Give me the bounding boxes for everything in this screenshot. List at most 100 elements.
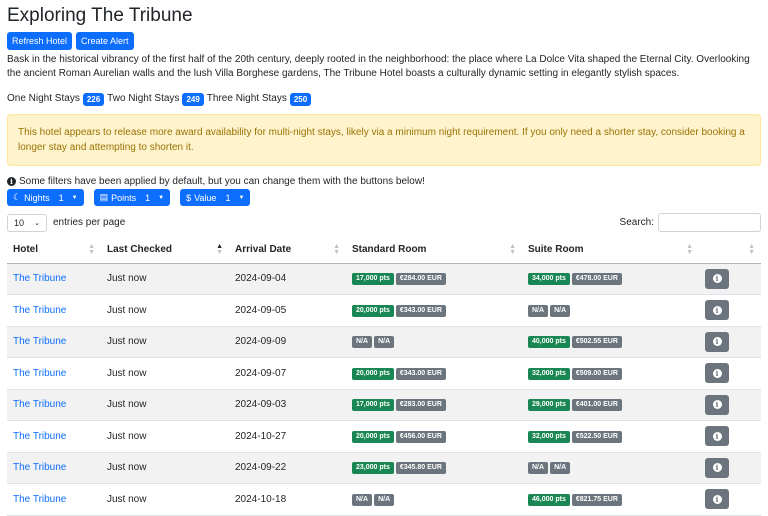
coins-icon: ▤ [99, 192, 109, 202]
table-row: The Tribune Just now 2024-09-07 20,000 pts €… [7, 357, 761, 390]
points-badge: 29,000 pts [528, 399, 570, 412]
search-input[interactable] [658, 213, 761, 232]
hotel-link[interactable]: The Tribune [13, 462, 66, 473]
points-badge: 17,000 pts [352, 399, 394, 412]
hotel-link[interactable]: The Tribune [13, 399, 66, 410]
points-badge: 34,000 pts [528, 273, 570, 286]
na-badge: N/A [550, 304, 571, 317]
last-checked-cell: Just now [101, 326, 229, 358]
table-header-row: Hotel ▲ ▼ Last Checked ▲ ▼ Arrival Date ▲ ▼ St… [7, 237, 761, 264]
sort-icon: ▲ ▼ [509, 243, 516, 256]
details-button[interactable]: i [705, 300, 729, 321]
details-button[interactable]: i [705, 363, 729, 384]
last-checked-cell: Just now [101, 452, 229, 484]
points-badge: 20,000 pts [352, 430, 394, 443]
column-header-standard-room[interactable]: Standard Room ▲ ▼ [346, 237, 522, 264]
actions-cell: i [699, 326, 761, 358]
points-badge: 32,000 pts [528, 367, 570, 380]
details-button[interactable]: i [705, 489, 729, 510]
moon-icon: ☾ [13, 192, 22, 202]
details-button[interactable]: i [705, 426, 729, 447]
hotel-link[interactable]: The Tribune [13, 431, 66, 442]
stay-counts: One Night Stays 226 Two Night Stays 249 … [7, 92, 761, 106]
filter-label: Value [194, 192, 217, 203]
actions-cell: i [699, 483, 761, 516]
value-filter-button[interactable]: $ Value 1 ▼ [180, 189, 251, 206]
info-icon: i [712, 400, 722, 410]
table-controls: 10 ⌄ entries per page Search: [7, 213, 761, 232]
suite-room-cell: 29,000 pts €401.00 EUR [522, 389, 699, 421]
actions-cell: i [699, 357, 761, 390]
details-button[interactable]: i [705, 457, 729, 478]
last-checked-cell: Just now [101, 357, 229, 390]
standard-room-cell: 20,000 pts €456.00 EUR [346, 420, 522, 453]
points-filter-button[interactable]: ▤ Points 1 ▼ [93, 189, 171, 206]
hotel-cell: The Tribune [7, 389, 101, 421]
column-header-hotel[interactable]: Hotel ▲ ▼ [7, 237, 101, 264]
column-header-arrival-date[interactable]: Arrival Date ▲ ▼ [229, 237, 346, 264]
column-header-suite-room[interactable]: Suite Room ▲ ▼ [522, 237, 699, 264]
column-header-actions[interactable]: ▲ ▼ [699, 237, 761, 264]
last-checked-cell: Just now [101, 263, 229, 295]
suite-room-cell: 32,000 pts €509.00 EUR [522, 357, 699, 390]
sort-icon: ▲ ▼ [686, 243, 693, 256]
hotel-cell: The Tribune [7, 420, 101, 453]
table-row: The Tribune Just now 2024-09-04 17,000 pts €… [7, 263, 761, 295]
filters-note-text: Some filters have been applied by defaul… [19, 176, 425, 187]
stay-label: Two Night Stays [107, 93, 180, 104]
table-row: The Tribune Just now 2024-10-27 20,000 pts €… [7, 420, 761, 453]
hotel-link[interactable]: The Tribune [13, 305, 66, 316]
details-button[interactable]: i [705, 268, 729, 289]
suite-room-cell: 34,000 pts €478.00 EUR [522, 263, 699, 295]
hotel-cell: The Tribune [7, 452, 101, 484]
info-icon: i [712, 274, 722, 284]
standard-room-cell: 17,000 pts €283.00 EUR [346, 389, 522, 421]
info-icon: i [712, 463, 722, 473]
points-badge: 32,000 pts [528, 430, 570, 443]
hotel-cell: The Tribune [7, 357, 101, 390]
availability-alert: This hotel appears to release more award… [7, 114, 761, 166]
details-button[interactable]: i [705, 331, 729, 352]
suite-room-cell: N/A N/A [522, 452, 699, 484]
stay-label: Three Night Stays [206, 93, 287, 104]
price-badge: €401.00 EUR [571, 399, 622, 412]
search-label: Search: [619, 217, 654, 228]
table-row: The Tribune Just now 2024-09-03 17,000 pts €… [7, 389, 761, 421]
caret-down-icon: ▼ [158, 194, 165, 201]
hotel-link[interactable]: The Tribune [13, 336, 66, 347]
info-icon: i [712, 368, 722, 378]
create-alert-button[interactable]: Create Alert [76, 32, 134, 50]
price-badge: €283.00 EUR [395, 399, 446, 412]
page-length-value: 10 [14, 217, 25, 228]
stay-count-badge: 250 [289, 92, 312, 106]
na-badge: N/A [352, 493, 373, 506]
hotel-link[interactable]: The Tribune [13, 368, 66, 379]
filter-count: 1 [225, 192, 231, 203]
dollar-icon: $ [186, 192, 192, 203]
nights-filter-button[interactable]: ☾ Nights 1 ▼ [7, 189, 84, 206]
refresh-hotel-button[interactable]: Refresh Hotel [7, 32, 73, 50]
price-badge: €345.80 EUR [395, 462, 446, 475]
price-badge: €478.00 EUR [571, 273, 622, 286]
page-length: 10 ⌄ entries per page [7, 213, 125, 232]
price-badge: €343.00 EUR [395, 304, 446, 317]
action-buttons: Refresh Hotel Create Alert [7, 32, 761, 50]
actions-cell: i [699, 263, 761, 295]
points-badge: 20,000 pts [352, 304, 394, 317]
table-row: The Tribune Just now 2024-10-18 N/A N/A 46,00… [7, 483, 761, 516]
table-body: The Tribune Just now 2024-09-04 17,000 pts €… [7, 263, 761, 516]
na-badge: N/A [528, 462, 549, 475]
column-header-last-checked[interactable]: Last Checked ▲ ▼ [101, 237, 229, 264]
na-badge: N/A [352, 336, 373, 349]
page: Exploring The Tribune Refresh Hotel Crea… [0, 0, 768, 516]
details-button[interactable]: i [705, 394, 729, 415]
page-length-select[interactable]: 10 ⌄ [7, 213, 47, 232]
chevron-down-icon: ⌄ [34, 219, 40, 227]
standard-room-cell: N/A N/A [346, 483, 522, 516]
na-badge: N/A [374, 493, 395, 506]
hotel-cell: The Tribune [7, 263, 101, 295]
price-badge: €343.00 EUR [395, 367, 446, 380]
arrival-date-cell: 2024-10-18 [229, 483, 346, 516]
hotel-link[interactable]: The Tribune [13, 273, 66, 284]
hotel-link[interactable]: The Tribune [13, 494, 66, 505]
